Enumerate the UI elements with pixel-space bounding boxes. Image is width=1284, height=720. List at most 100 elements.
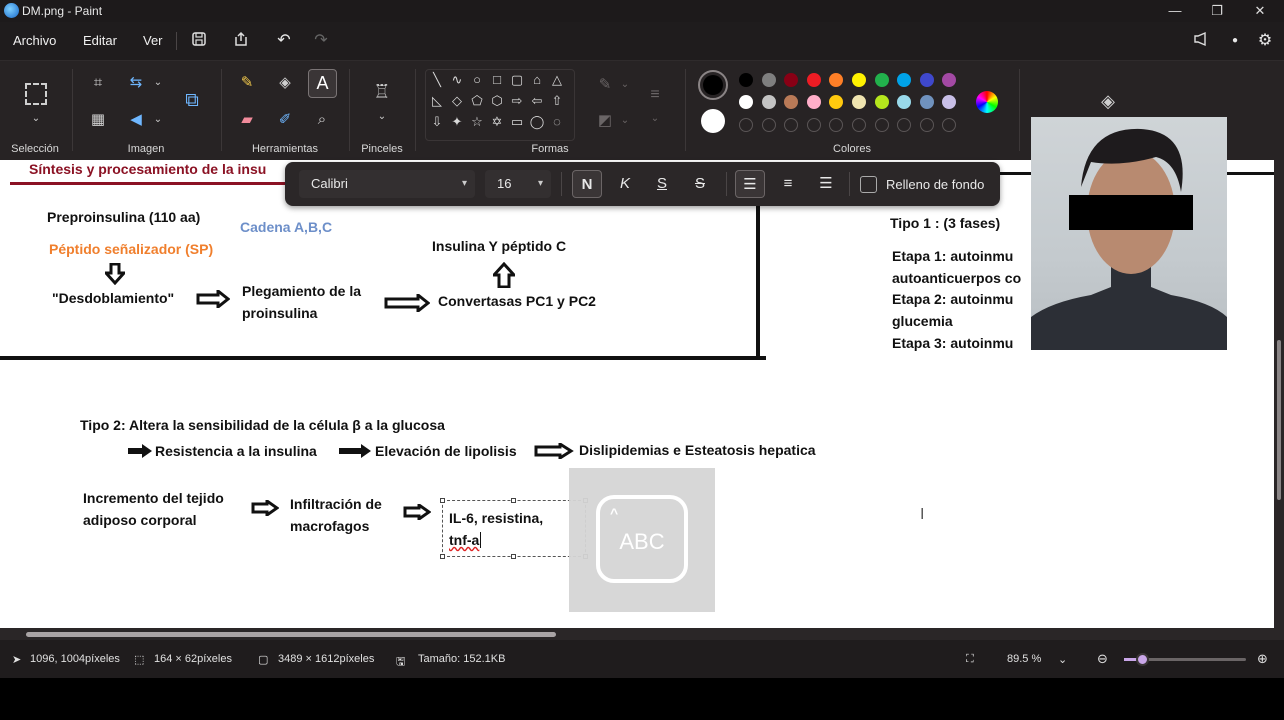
feedback-icon[interactable] xyxy=(1191,31,1211,51)
fill-bucket-icon[interactable]: ◈ xyxy=(273,71,297,95)
right-arrow-shape-icon[interactable]: ⇨ xyxy=(509,93,525,109)
undo-icon[interactable]: ↶ xyxy=(274,31,294,51)
up-arrow-shape-icon[interactable]: ⇧ xyxy=(549,93,565,109)
color-swatch[interactable] xyxy=(784,73,799,87)
rounded-rectangle-shape-icon[interactable]: ▢ xyxy=(509,72,525,88)
custom-color-slot[interactable] xyxy=(897,118,912,132)
chevron-down-icon[interactable]: ⌄ xyxy=(1058,653,1067,666)
resize-handle[interactable] xyxy=(511,498,516,503)
chevron-down-icon[interactable]: ⌄ xyxy=(146,108,170,132)
four-point-star-shape-icon[interactable]: ✦ xyxy=(449,114,465,130)
vertical-scrollbar[interactable] xyxy=(1274,160,1284,628)
text-box-selection[interactable]: IL-6, resistina, tnf-a xyxy=(440,498,588,559)
custom-color-slot[interactable] xyxy=(874,118,889,132)
custom-color-slot[interactable] xyxy=(942,118,957,132)
rectangle-shape-icon[interactable]: □ xyxy=(489,72,505,88)
left-arrow-shape-icon[interactable]: ⇦ xyxy=(529,93,545,109)
color-swatch[interactable] xyxy=(942,95,957,109)
horizontal-scrollbar[interactable] xyxy=(0,628,1284,640)
color-swatch[interactable] xyxy=(897,95,912,109)
underline-button[interactable]: S xyxy=(647,170,677,198)
pentagon-shape-icon[interactable]: ⬠ xyxy=(469,93,485,109)
align-right-button[interactable]: ☰ xyxy=(811,170,841,198)
chevron-down-icon[interactable]: ⌄ xyxy=(146,71,170,95)
color-swatch[interactable] xyxy=(739,73,753,87)
chevron-down-icon[interactable]: ⌄ xyxy=(643,107,667,131)
save-icon[interactable] xyxy=(189,31,209,51)
color-swatch[interactable] xyxy=(942,73,957,87)
layers-icon[interactable]: ◈ xyxy=(1096,89,1120,113)
custom-color-slot[interactable] xyxy=(919,118,934,132)
color-swatch[interactable] xyxy=(897,73,912,87)
image-remove-background-icon[interactable]: ⧉ xyxy=(180,89,204,113)
color-swatch[interactable] xyxy=(739,95,753,109)
color-swatch[interactable] xyxy=(852,73,866,87)
color-swatch[interactable] xyxy=(829,95,844,109)
secondary-color-swatch[interactable] xyxy=(701,109,725,133)
zoom-slider-thumb[interactable] xyxy=(1136,653,1149,666)
menu-archivo[interactable]: Archivo xyxy=(13,33,56,48)
triangle-shape-icon[interactable]: △ xyxy=(549,72,565,88)
menu-editar[interactable]: Editar xyxy=(83,33,117,48)
brush-icon[interactable]: ♖ xyxy=(370,81,394,105)
resize-handle[interactable] xyxy=(440,554,445,559)
chevron-down-icon[interactable]: ⌄ xyxy=(613,109,637,133)
chevron-down-icon[interactable]: ⌄ xyxy=(613,73,637,97)
color-swatch[interactable] xyxy=(919,95,934,109)
color-swatch[interactable] xyxy=(806,95,821,109)
share-icon[interactable] xyxy=(231,31,251,51)
background-fill-checkbox[interactable] xyxy=(860,176,877,193)
color-swatch[interactable] xyxy=(806,73,821,87)
chevron-down-icon[interactable]: ⌄ xyxy=(370,105,394,129)
line-shape-icon[interactable]: ╲ xyxy=(429,72,445,88)
color-swatch[interactable] xyxy=(761,73,776,87)
account-icon[interactable]: ● xyxy=(1225,31,1245,51)
zoom-slider-track[interactable] xyxy=(1124,653,1246,666)
polygon-shape-icon[interactable]: ⌂ xyxy=(529,72,545,88)
color-picker-icon[interactable]: ✐ xyxy=(273,108,297,132)
hexagon-shape-icon[interactable]: ⬡ xyxy=(489,93,505,109)
italic-button[interactable]: K xyxy=(610,170,640,198)
image-select-icon[interactable]: ▦ xyxy=(86,108,110,132)
custom-color-slot[interactable] xyxy=(829,118,844,132)
oval-shape-icon[interactable]: ○ xyxy=(469,72,485,88)
fit-to-window-icon[interactable]: ⛶ xyxy=(966,653,974,666)
color-swatch[interactable] xyxy=(761,95,776,109)
resize-icon[interactable]: ⇆ xyxy=(124,71,148,95)
vertical-scroll-thumb[interactable] xyxy=(1277,340,1281,500)
align-left-button[interactable]: ☰ xyxy=(735,170,765,198)
zoom-out-icon[interactable]: ⊖ xyxy=(1097,651,1108,667)
curve-shape-icon[interactable]: ∿ xyxy=(449,72,465,88)
color-swatch[interactable] xyxy=(874,95,889,109)
zoom-in-icon[interactable]: ⊕ xyxy=(1257,651,1268,667)
custom-color-slot[interactable] xyxy=(761,118,776,132)
flip-icon[interactable]: ◀ xyxy=(124,108,148,132)
align-center-button[interactable]: ≡ xyxy=(773,170,803,198)
font-size-dropdown[interactable]: 16 ▾ xyxy=(485,170,551,198)
custom-color-slot[interactable] xyxy=(852,118,866,132)
resize-handle[interactable] xyxy=(511,554,516,559)
five-point-star-shape-icon[interactable]: ☆ xyxy=(469,114,485,130)
magnifier-icon[interactable]: ⌕ xyxy=(310,108,334,132)
color-swatch[interactable] xyxy=(784,95,799,109)
color-swatch[interactable] xyxy=(874,73,889,87)
down-arrow-shape-icon[interactable]: ⇩ xyxy=(429,114,445,130)
callout-oval-shape-icon[interactable]: ◯ xyxy=(529,114,545,130)
pencil-icon[interactable]: ✎ xyxy=(235,71,259,95)
primary-color-ring[interactable] xyxy=(698,70,728,100)
color-swatch[interactable] xyxy=(829,73,844,87)
select-rectangle-icon[interactable] xyxy=(25,83,47,105)
font-family-dropdown[interactable]: Calibri ▾ xyxy=(299,170,475,198)
color-swatch[interactable] xyxy=(852,95,866,109)
eraser-icon[interactable]: ▰ xyxy=(235,108,259,132)
horizontal-scroll-thumb[interactable] xyxy=(26,632,556,637)
callout-rectangle-shape-icon[interactable]: ▭ xyxy=(509,114,525,130)
menu-ver[interactable]: Ver xyxy=(143,33,163,48)
redo-icon[interactable]: ↷ xyxy=(311,31,331,51)
close-button[interactable]: ✕ xyxy=(1250,2,1270,20)
bold-button[interactable]: N xyxy=(572,170,602,198)
zoom-value[interactable]: 89.5 % xyxy=(1007,653,1041,665)
minimize-button[interactable]: — xyxy=(1165,2,1185,20)
settings-gear-icon[interactable]: ⚙ xyxy=(1255,31,1275,51)
custom-color-slot[interactable] xyxy=(739,118,753,132)
